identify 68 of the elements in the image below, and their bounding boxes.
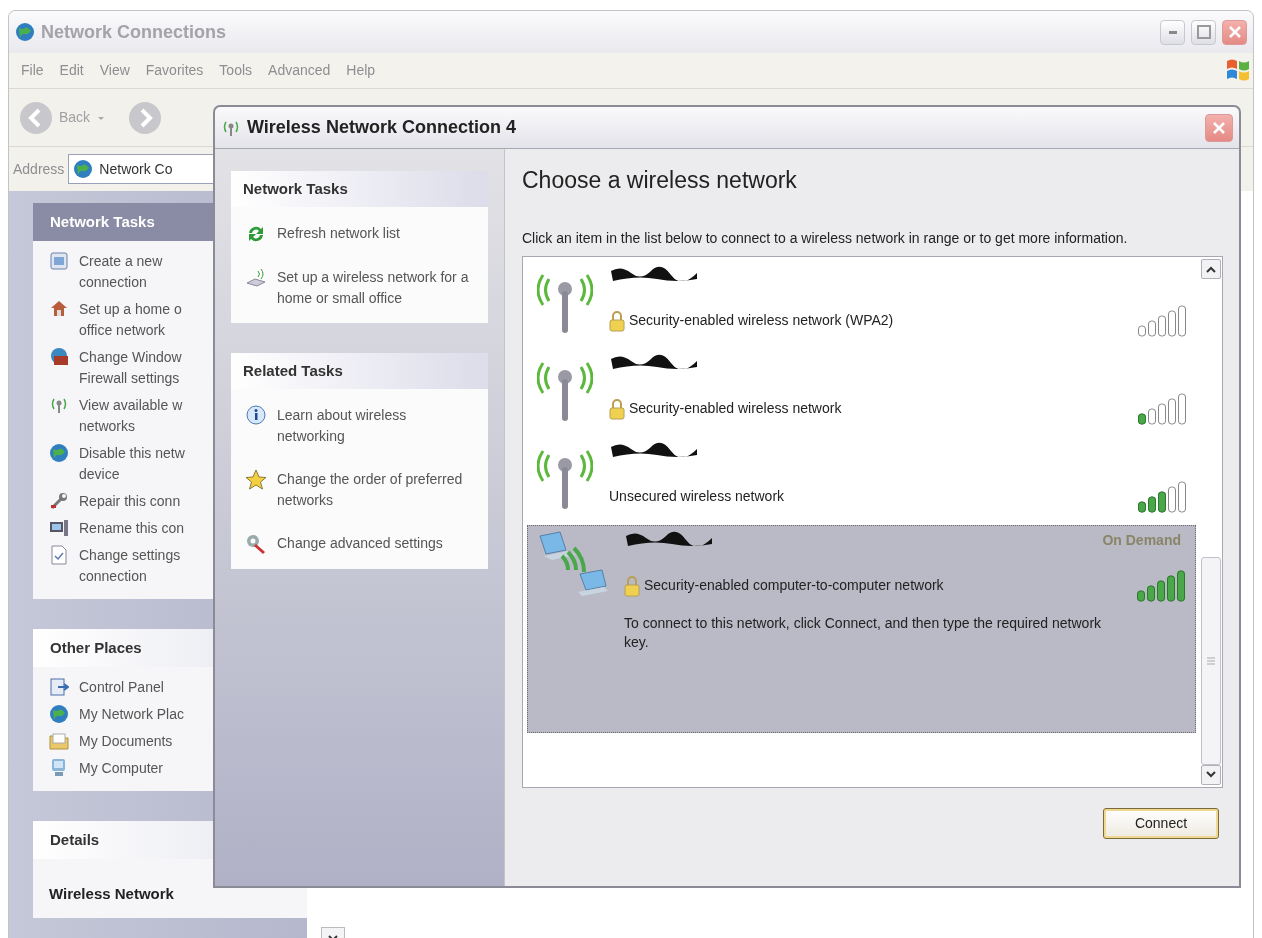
house-icon (49, 299, 69, 319)
security-type: Security-enabled computer-to-computer network (644, 576, 944, 596)
task-link[interactable]: Change the order of preferred networks (277, 469, 477, 511)
close-button[interactable] (1205, 113, 1233, 142)
connection-status: On Demand (1102, 530, 1182, 550)
connect-button[interactable]: Connect (1103, 807, 1219, 839)
wrench-icon (49, 491, 69, 511)
dialog-heading: Choose a wireless network (522, 167, 798, 195)
window-title: Network Connections (41, 20, 228, 44)
minimize-button[interactable] (1160, 19, 1185, 45)
section-title: Network Tasks (231, 171, 488, 207)
signal-strength-icon (1137, 569, 1187, 602)
minimize-icon (1168, 30, 1177, 34)
document-icon (49, 545, 69, 565)
dialog-title: Wireless Network Connection 4 (247, 116, 517, 139)
security-type: Security-enabled wireless network (629, 399, 842, 419)
star-icon (245, 469, 267, 491)
scroll-up-button[interactable] (1201, 258, 1221, 279)
info-icon (245, 405, 267, 427)
task-link[interactable]: My Network Plac (79, 704, 185, 725)
globe-icon (73, 159, 94, 179)
network-item[interactable]: Unsecured wireless network (527, 436, 1196, 525)
signal-strength-icon (1138, 304, 1188, 337)
task-link[interactable]: Rename this con (79, 518, 185, 539)
window-icon (49, 677, 69, 697)
task-link[interactable]: Disable this netw device (79, 443, 185, 485)
router-icon (245, 267, 267, 289)
description-text: Click an item in the list below to connect to a wireless network in range or to get more information. (522, 228, 1129, 248)
task-link[interactable]: Change settings connection (79, 545, 181, 587)
task-link[interactable]: Set up a home o office network (79, 299, 182, 341)
section-title: Related Tasks (231, 353, 488, 389)
maximize-icon (1196, 25, 1211, 39)
task-link[interactable]: Change advanced settings (277, 533, 477, 554)
task-link[interactable]: Learn about wireless networking (277, 405, 477, 447)
task-link[interactable]: My Computer (79, 758, 164, 779)
network-item[interactable]: Security-enabled wireless network (527, 348, 1196, 437)
forward-button[interactable] (128, 100, 163, 135)
task-link[interactable]: My Documents (79, 731, 173, 752)
task-link[interactable]: Change Window Firewall settings (79, 347, 182, 389)
security-type: Security-enabled wireless network (WPA2) (629, 311, 894, 331)
app-globe-icon (15, 22, 35, 42)
security-type: Unsecured wireless network (609, 487, 785, 507)
folder-icon (49, 731, 69, 751)
scroll-down-button[interactable] (1201, 764, 1221, 785)
task-link[interactable]: Set up a wireless network for a home or small office (277, 267, 477, 309)
task-link[interactable]: Create a new connection (79, 251, 163, 293)
chevron-up-icon (1206, 264, 1216, 273)
close-button[interactable] (1222, 19, 1247, 45)
monitor-icon (49, 518, 69, 538)
close-icon (1227, 25, 1242, 39)
scroll-thumb[interactable] (1201, 556, 1221, 765)
globe-icon (49, 443, 69, 463)
signal-strength-icon (1138, 480, 1188, 513)
maximize-button[interactable] (1191, 19, 1216, 45)
window-icon (49, 251, 69, 271)
network-item[interactable]: Security-enabled wireless network (WPA2) (527, 260, 1196, 349)
network-item[interactable]: On Demand Security-enabled computer-to-computer network To connect to this network, click Connect, and then type the required network key. (527, 524, 1196, 733)
task-link[interactable]: View available w networks (79, 395, 183, 437)
task-link[interactable]: Control Panel (79, 677, 164, 698)
address-label: Address (13, 159, 65, 179)
globe-icon (49, 704, 69, 724)
grip-icon (1207, 656, 1215, 665)
network-message: To connect to this network, click Connect, and then type the required network key. (624, 613, 1103, 652)
details-text: Wireless Network (49, 884, 175, 904)
chevron-down-icon (1206, 770, 1216, 779)
signal-strength-icon (1138, 392, 1188, 425)
task-link[interactable]: Repair this conn (79, 491, 181, 512)
close-icon (1212, 120, 1226, 135)
